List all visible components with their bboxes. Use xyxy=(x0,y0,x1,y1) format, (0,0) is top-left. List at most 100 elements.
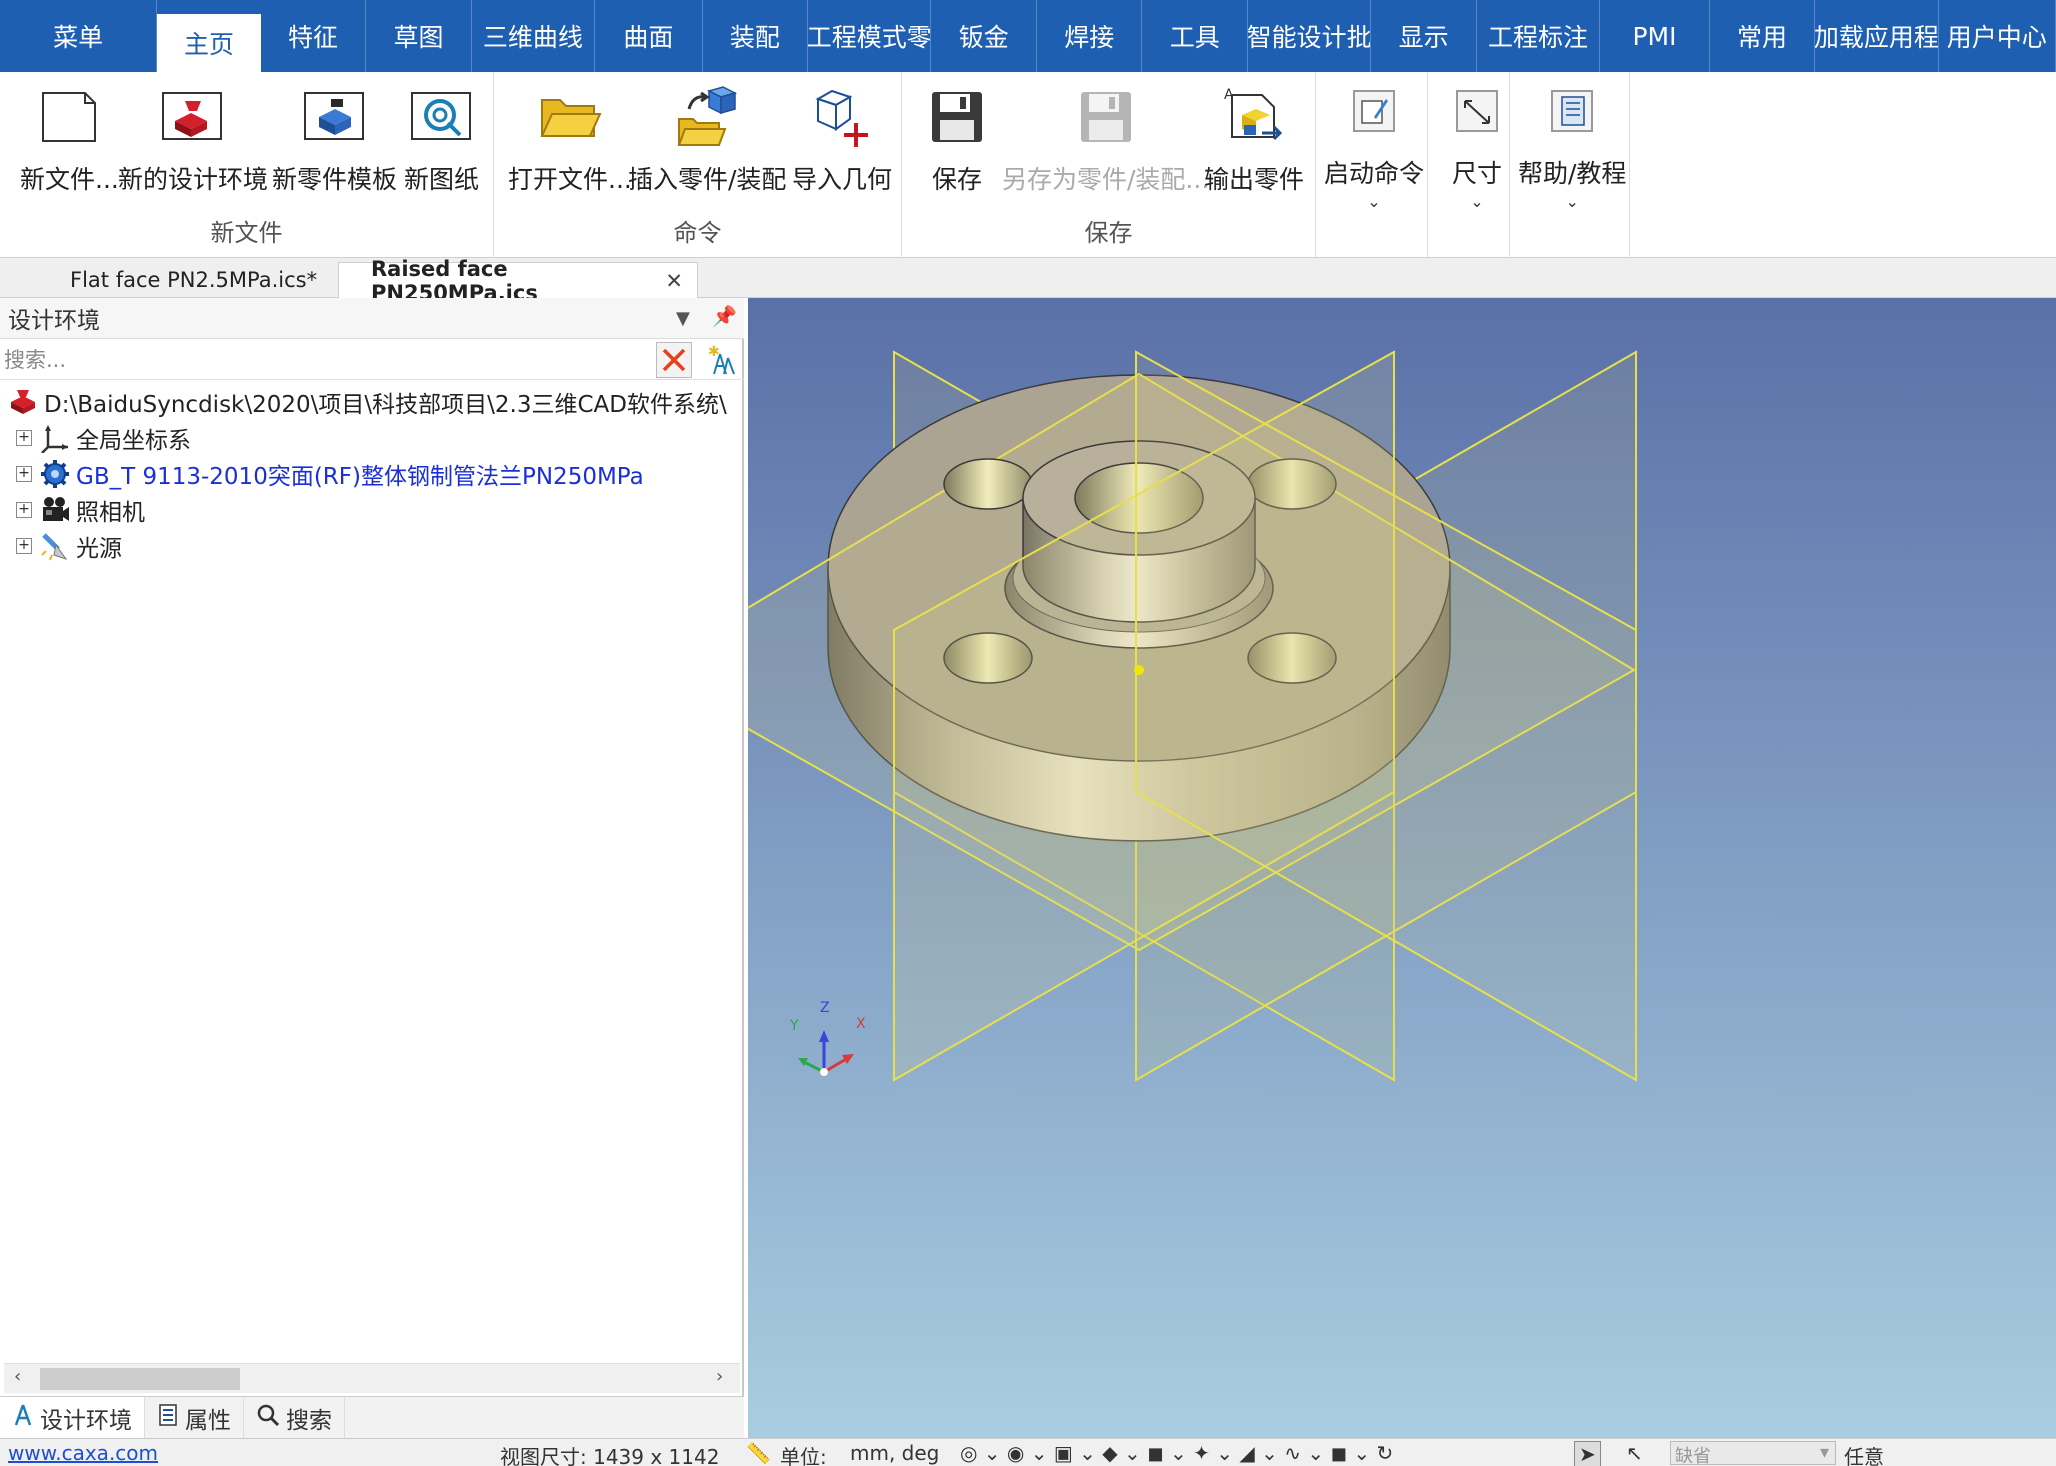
tab-engineering-annotation[interactable]: 工程标注 xyxy=(1477,0,1601,72)
open-folder-icon xyxy=(535,82,605,152)
export-part-button[interactable]: A 输出零件 xyxy=(1204,82,1304,196)
scroll-left-icon[interactable]: ‹ xyxy=(14,1366,21,1387)
tree-item-light-source[interactable]: + 光源 xyxy=(0,528,744,564)
launch-command-button[interactable]: 启动命令 ⌄ xyxy=(1324,76,1424,211)
panel-bottom-tabs: 设计环境 属性 搜索 xyxy=(0,1396,744,1439)
insert-part-button[interactable]: 插入零件/装配 xyxy=(628,82,786,196)
scroll-right-icon[interactable]: › xyxy=(716,1366,723,1387)
tab-load-apps[interactable]: 加载应用程 xyxy=(1815,0,1939,72)
tree-item-flange-part[interactable]: + GB_T 9113-2010突面(RF)整体钢制管法兰PN250MPa xyxy=(0,456,744,492)
axis-x-label: X xyxy=(856,1016,866,1032)
selection-mode[interactable]: 任意 xyxy=(1844,1441,1884,1466)
new-drawing-icon xyxy=(407,82,477,152)
dimension-button[interactable]: 尺寸 ⌄ xyxy=(1442,76,1512,211)
group-label-save: 保存 xyxy=(1084,219,1133,247)
tab-tools[interactable]: 工具 xyxy=(1142,0,1248,72)
properties-icon xyxy=(157,1403,179,1433)
tree-item-global-coordinate-system[interactable]: + 全局坐标系 xyxy=(0,420,744,456)
save-disk-icon xyxy=(922,82,992,152)
new-design-env-button[interactable]: 新的设计环境 xyxy=(118,82,268,196)
tab-home[interactable]: 主页 xyxy=(157,14,261,72)
units-value[interactable]: mm, deg xyxy=(850,1441,939,1465)
tab-sheet-metal[interactable]: 钣金 xyxy=(931,0,1037,72)
doc-tab-raised-face[interactable]: Raised face PN250MPa.ics ✕ xyxy=(338,257,698,305)
tab-welding[interactable]: 焊接 xyxy=(1037,0,1143,72)
expand-icon[interactable]: + xyxy=(16,538,32,554)
design-env-icon xyxy=(12,1403,34,1433)
view-size-readout: 视图尺寸: 1439 x 1142 xyxy=(500,1445,720,1466)
tree-root[interactable]: D:\BaiduSyncdisk\2020\项目\科技部项目\2.3三维CAD软… xyxy=(0,384,744,420)
tab-3d-curve[interactable]: 三维曲线 xyxy=(472,0,596,72)
website-link[interactable]: www.caxa.com xyxy=(8,1441,158,1465)
pin-icon[interactable]: 📌 xyxy=(712,304,737,328)
tab-features[interactable]: 特征 xyxy=(261,0,367,72)
new-part-template-icon xyxy=(300,82,370,152)
import-geometry-icon xyxy=(807,82,877,152)
tab-common[interactable]: 常用 xyxy=(1710,0,1816,72)
magnifier-icon xyxy=(256,1403,280,1433)
doc-tab-flat-face[interactable]: Flat face PN2.5MPa.ics* xyxy=(56,262,331,298)
tree-horizontal-scrollbar[interactable]: ‹ › xyxy=(4,1363,740,1393)
filter-combo[interactable]: 缺省 ▾ xyxy=(1670,1441,1836,1466)
open-file-button[interactable]: 打开文件... xyxy=(508,82,632,196)
design-env-root-icon xyxy=(6,387,40,417)
3d-viewport[interactable]: Z X Y xyxy=(748,298,2056,1438)
new-part-template-button[interactable]: 新零件模板 xyxy=(272,82,397,196)
tab-surface[interactable]: 曲面 xyxy=(595,0,703,72)
ribbon-group-launch: 启动命令 ⌄ xyxy=(1316,72,1428,258)
units-icon: 📏 xyxy=(746,1441,771,1465)
clear-search-button[interactable] xyxy=(656,342,692,378)
tab-smart-design[interactable]: 智能设计批 xyxy=(1248,0,1372,72)
tab-display[interactable]: 显示 xyxy=(1371,0,1477,72)
import-geometry-button[interactable]: 导入几何 xyxy=(792,82,892,196)
expand-icon[interactable]: + xyxy=(16,466,32,482)
search-options-button[interactable]: ✱ xyxy=(704,342,738,378)
dimension-icon xyxy=(1442,76,1512,146)
new-design-env-icon xyxy=(158,82,228,152)
save-as-button[interactable]: 另存为零件/装配... xyxy=(1002,82,1209,196)
help-tutorial-button[interactable]: 帮助/教程 ⌄ xyxy=(1518,76,1626,211)
close-icon[interactable]: ✕ xyxy=(665,269,683,293)
panel-title: 设计环境 xyxy=(8,308,100,334)
ribbon: 新文件... 新的设计环境 新零件模板 新图纸 新文件 打开文件... 插入零件… xyxy=(0,72,2056,258)
design-tree: D:\BaiduSyncdisk\2020\项目\科技部项目\2.3三维CAD软… xyxy=(0,384,744,564)
design-environment-panel: 设计环境 ▼ 📌 ✱ D:\BaiduSyncdisk\2020\项目\科技部项… xyxy=(0,298,744,1439)
tab-pmi[interactable]: PMI xyxy=(1600,0,1710,72)
chevron-down-icon: ▾ xyxy=(1819,1442,1829,1463)
save-button[interactable]: 保存 xyxy=(922,82,992,196)
expand-icon[interactable]: + xyxy=(16,430,32,446)
chevron-down-icon: ⌄ xyxy=(1470,192,1484,211)
tab-engineering-mode[interactable]: 工程模式零 xyxy=(808,0,932,72)
panel-search-bar: ✱ xyxy=(0,338,744,380)
export-part-icon: A xyxy=(1219,82,1289,152)
insert-part-icon xyxy=(672,82,742,152)
launch-command-icon xyxy=(1339,76,1409,146)
clear-x-icon xyxy=(662,348,686,372)
select-pointer-icon[interactable]: ➤ xyxy=(1574,1441,1601,1466)
tree-search-input[interactable] xyxy=(4,344,650,376)
scrollbar-thumb[interactable] xyxy=(40,1368,240,1390)
part-gear-icon xyxy=(38,459,72,489)
units-label: 单位: xyxy=(780,1445,827,1466)
new-file-button[interactable]: 新文件... xyxy=(20,82,119,196)
tree-item-camera[interactable]: + 照相机 xyxy=(0,492,744,528)
chevron-down-icon: ⌄ xyxy=(1367,192,1381,211)
view-tool-icons[interactable]: ◎ ⌄ ◉ ⌄ ▣ ⌄ ◆ ⌄ ◼ ⌄ ✦ ⌄ ◢ ⌄ ∿ ⌄ ◼ ⌄ ↻ xyxy=(960,1441,1393,1465)
document-tabs: Flat face PN2.5MPa.ics* Raised face PN25… xyxy=(0,257,2056,305)
tab-search[interactable]: 搜索 xyxy=(244,1397,345,1439)
tab-user-center[interactable]: 用户中心 xyxy=(1939,0,2056,72)
search-options-icon: ✱ xyxy=(708,344,735,375)
chevron-down-icon: ⌄ xyxy=(1565,192,1579,211)
tab-assembly[interactable]: 装配 xyxy=(703,0,809,72)
new-drawing-button[interactable]: 新图纸 xyxy=(404,82,479,196)
tab-menu[interactable]: 菜单 xyxy=(0,0,158,72)
pointer-icon[interactable]: ↖ xyxy=(1626,1441,1643,1465)
tab-properties[interactable]: 属性 xyxy=(145,1397,244,1439)
expand-icon[interactable]: + xyxy=(16,502,32,518)
camera-icon xyxy=(38,495,72,525)
panel-dropdown-icon[interactable]: ▼ xyxy=(676,308,690,329)
status-bar: www.caxa.com 视图尺寸: 1439 x 1142 📏 单位: mm,… xyxy=(0,1438,2056,1466)
tab-sketch[interactable]: 草图 xyxy=(366,0,472,72)
help-book-icon xyxy=(1537,76,1607,146)
tab-design-environment[interactable]: 设计环境 xyxy=(0,1397,145,1439)
